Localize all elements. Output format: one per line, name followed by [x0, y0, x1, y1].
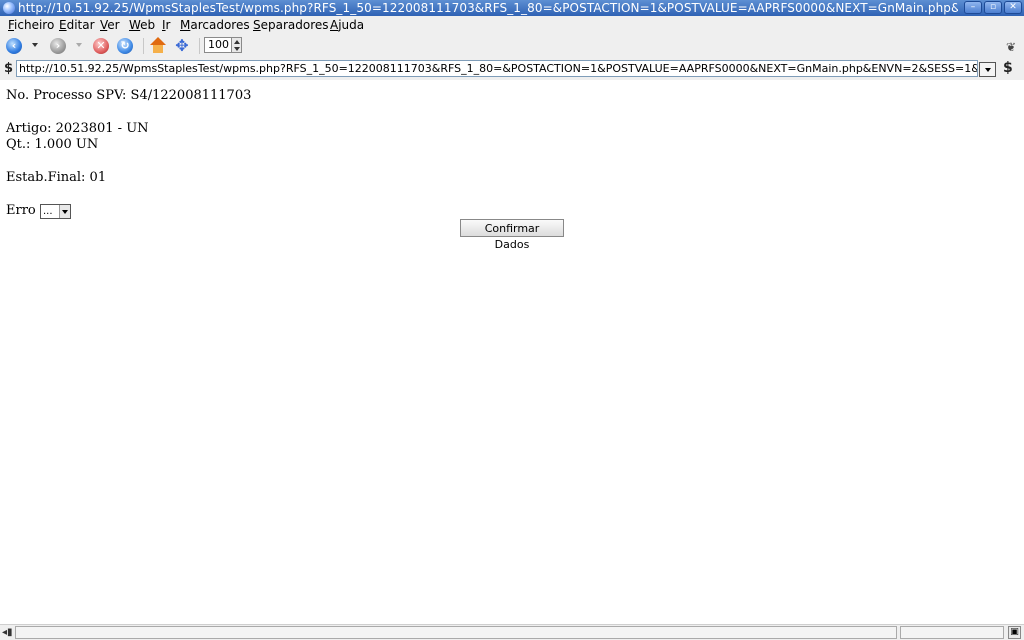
throbber-icon: ❦ [1005, 40, 1016, 54]
zoom-input[interactable]: 100 [204, 37, 232, 53]
page-content: No. Processo SPV: S4/122008111703 Artigo… [0, 80, 1024, 624]
window-titlebar: http://10.51.92.25/WpmsStaplesTest/wpms.… [0, 0, 1024, 16]
zoom-down-icon[interactable] [234, 47, 240, 51]
chevron-down-icon[interactable] [59, 205, 70, 218]
location-bar: $ http://10.51.92.25/WpmsStaplesTest/wpm… [0, 58, 1024, 80]
navigation-toolbar: ‹ › ✕ ↻ ✥ [0, 34, 1024, 58]
artigo-text: Artigo: 2023801 - UN [6, 121, 149, 136]
status-progress [900, 626, 1004, 639]
processo-text: No. Processo SPV: S4/122008111703 [6, 88, 252, 103]
toolbar-separator [199, 38, 200, 54]
erro-select[interactable]: ... [40, 204, 71, 219]
url-dropdown-chevron-down-icon[interactable] [979, 62, 996, 77]
maximize-button[interactable]: ▫ [984, 1, 1002, 14]
menu-marcadores[interactable]: Marcadores [180, 18, 250, 32]
menu-web[interactable]: Web [129, 18, 155, 32]
confirm-button[interactable]: Confirmar Dados [460, 219, 564, 251]
url-input[interactable]: http://10.51.92.25/WpmsStaplesTest/wpms.… [16, 60, 978, 77]
menu-ajuda[interactable]: Ajuda [330, 18, 364, 32]
menu-ir[interactable]: Ir [162, 18, 170, 32]
window-title: http://10.51.92.25/WpmsStaplesTest/wpms.… [18, 1, 958, 15]
erro-label: Erro [6, 203, 36, 218]
estab-text: Estab.Final: 01 [6, 170, 107, 185]
status-text [15, 626, 897, 639]
forward-history-chevron-down-icon[interactable] [76, 43, 82, 47]
back-history-chevron-down-icon[interactable] [32, 43, 38, 47]
qt-text: Qt.: 1.000 UN [6, 137, 99, 152]
close-button[interactable]: ✕ [1004, 1, 1022, 14]
menu-ver[interactable]: Ver [100, 18, 120, 32]
zoom-up-icon[interactable] [234, 40, 240, 44]
home-icon[interactable] [150, 37, 166, 53]
reload-icon[interactable]: ↻ [117, 38, 133, 54]
toolbar-separator [143, 38, 144, 54]
forward-icon[interactable]: › [50, 38, 66, 54]
zoom-stepper[interactable] [232, 37, 242, 53]
erro-select-value: ... [43, 206, 53, 217]
stop-icon[interactable]: ✕ [93, 38, 109, 54]
menubar: Ficheiro Editar Ver Web Ir Marcadores Se… [0, 16, 1024, 34]
site-icon: $ [4, 61, 14, 76]
back-icon[interactable]: ‹ [6, 38, 22, 54]
menu-ficheiro[interactable]: Ficheiro [8, 18, 54, 32]
move-icon[interactable]: ✥ [174, 38, 190, 54]
go-icon[interactable]: $ [1003, 60, 1013, 76]
browser-app-icon[interactable] [3, 2, 15, 14]
window-controls: – ▫ ✕ [964, 1, 1022, 14]
menu-editar[interactable]: Editar [59, 18, 95, 32]
status-bar: ◂▮ ▣ [0, 624, 1024, 640]
security-lock-icon[interactable]: ▣ [1008, 626, 1021, 639]
minimize-button[interactable]: – [964, 1, 982, 14]
status-speaker-icon: ◂▮ [2, 627, 13, 638]
menu-separadores[interactable]: Separadores [253, 18, 329, 32]
